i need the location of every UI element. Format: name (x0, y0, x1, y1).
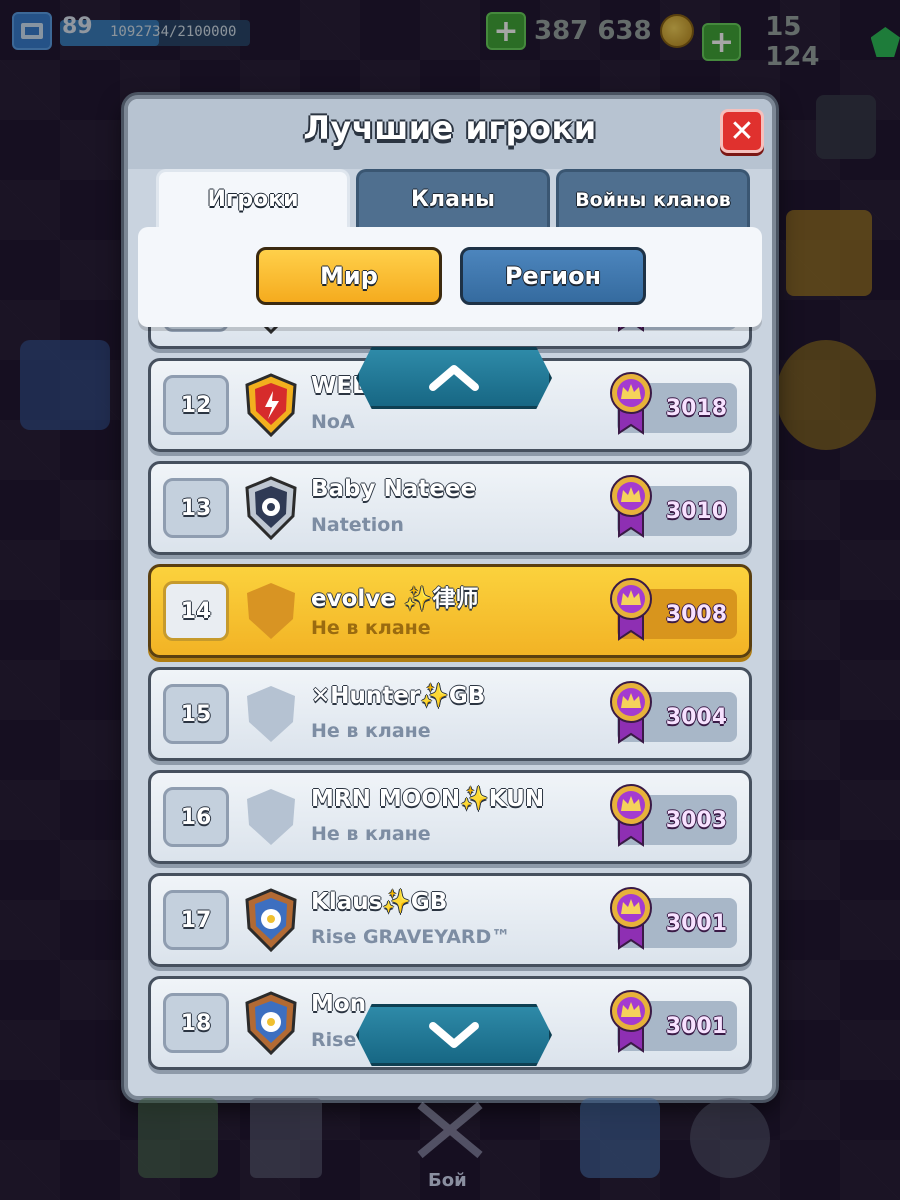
trophy-medal-icon (609, 886, 653, 950)
clan-name: Natetion (311, 514, 404, 536)
events-icon[interactable] (690, 1098, 770, 1178)
player-name: Mon (311, 991, 367, 1017)
clan-badge-icon (243, 682, 299, 746)
leaderboard-row[interactable]: 14 evolve ✨律师 Не в клане 3008 (148, 564, 752, 658)
rank-number: 14 (163, 581, 229, 641)
leaderboard-row[interactable]: 15 ✕Hunter✨GB Не в клане 3004 (148, 667, 752, 761)
player-name: ✕Hunter✨GB (311, 683, 486, 709)
player-name: evolve ✨律师 (311, 586, 479, 612)
scroll-up-button[interactable] (356, 347, 552, 409)
tab-clans[interactable]: Кланы (356, 169, 550, 227)
clan-badge-icon (243, 373, 299, 438)
filter-panel: Мир Регион (138, 227, 762, 327)
chevron-up-icon (429, 365, 479, 391)
rank-number: 16 (163, 787, 229, 847)
clan-name: Не в клане (311, 823, 431, 845)
world-filter-button[interactable]: Мир (256, 247, 442, 305)
clan-name: Не в клане (311, 720, 431, 742)
clan-badge-icon (243, 476, 299, 541)
clan-name: NoA (311, 411, 355, 433)
leaderboard-row[interactable]: 16 MRN MOON✨KUN Не в клане 3003 (148, 770, 752, 864)
trophy-medal-icon (609, 474, 653, 538)
rank-number: 17 (163, 890, 229, 950)
player-name: Klaus✨GB (311, 889, 448, 915)
leaderboard-row[interactable]: 13 Baby Nateee Natetion 3010 (148, 461, 752, 555)
player-name: Baby Nateee (311, 476, 477, 502)
clan-badge-icon (243, 991, 299, 1056)
social-icon[interactable] (580, 1098, 660, 1178)
battle-swords-icon[interactable] (410, 1095, 490, 1160)
rank-number: 18 (163, 993, 229, 1053)
player-name: MRN MOON✨KUN (311, 786, 545, 812)
cards-icon[interactable] (250, 1098, 322, 1178)
trophy-medal-icon (609, 371, 653, 435)
modal-header: Лучшие игроки ✕ (128, 99, 772, 169)
tab-bar: Игроки Кланы Войны кланов (156, 169, 750, 227)
close-button[interactable]: ✕ (720, 109, 764, 153)
shop-icon[interactable] (138, 1098, 218, 1178)
clan-name: Rise GRAVEYARD™ (311, 926, 511, 948)
clan-badge-icon (243, 785, 299, 849)
leaderboard-row[interactable]: 17 Klaus✨GB Rise GRAVEYARD™ 3001 (148, 873, 752, 967)
clan-badge-icon (243, 888, 299, 953)
leaderboard-modal: Лучшие игроки ✕ Игроки Кланы Войны клано… (124, 95, 776, 1100)
rank-number: 15 (163, 684, 229, 744)
tab-clan-wars[interactable]: Войны кланов (556, 169, 750, 227)
close-icon: ✕ (729, 113, 755, 149)
region-filter-button[interactable]: Регион (460, 247, 646, 305)
tab-players[interactable]: Игроки (156, 169, 350, 227)
clan-badge-icon (243, 579, 299, 643)
battle-label: Бой (428, 1170, 467, 1191)
scroll-down-button[interactable] (356, 1004, 552, 1066)
trophy-medal-icon (609, 680, 653, 744)
modal-title: Лучшие игроки (303, 109, 597, 147)
rank-number: 12 (163, 375, 229, 435)
rank-number: 13 (163, 478, 229, 538)
player-list[interactable]: 11Los Di302112WELCOMENoA301813Baby Natee… (148, 321, 752, 1076)
clan-name: Не в клане (311, 617, 431, 639)
trophy-medal-icon (609, 989, 653, 1053)
trophy-medal-icon (609, 577, 653, 641)
trophy-medal-icon (609, 783, 653, 847)
chevron-down-icon (429, 1022, 479, 1048)
